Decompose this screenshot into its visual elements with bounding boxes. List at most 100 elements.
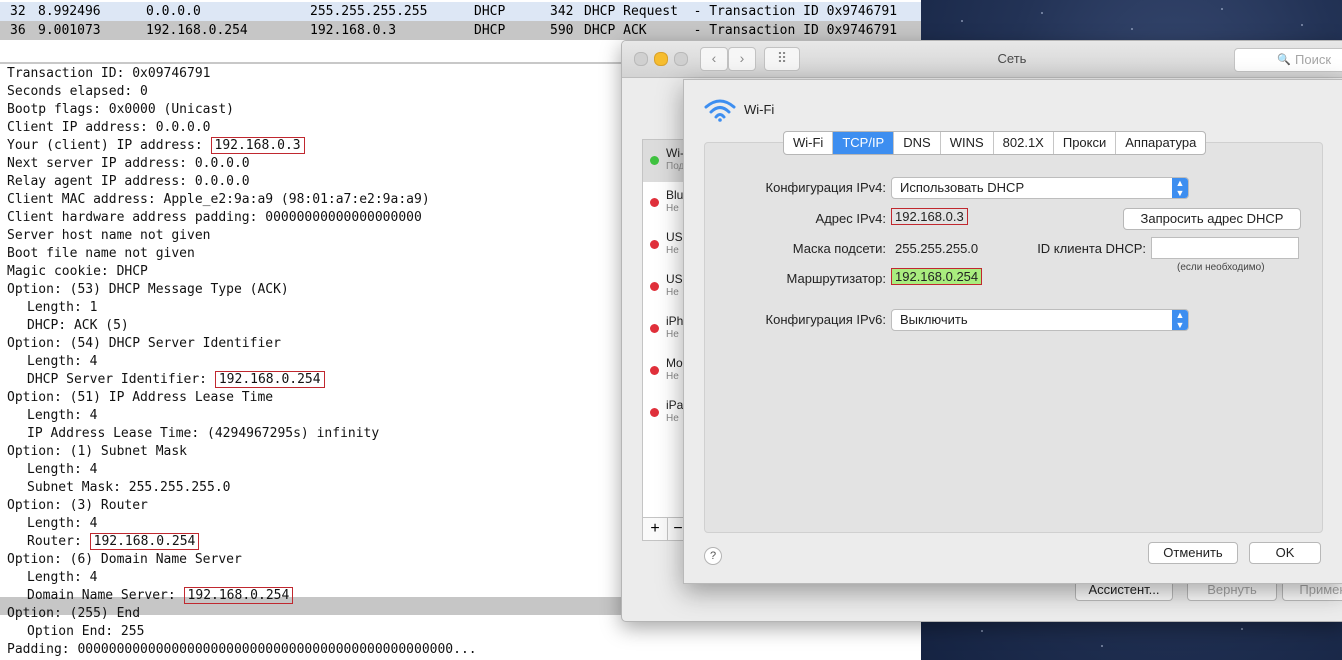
subnet-mask-label: Маска подсети: xyxy=(792,241,886,256)
ipv6-config-value: Выключить xyxy=(900,312,968,327)
router-highlight: 192.168.0.254 xyxy=(89,533,200,550)
packet-time: 9.001073 xyxy=(38,23,101,38)
status-dot-icon xyxy=(650,282,659,291)
detail-line[interactable]: Server host name not given xyxy=(7,227,211,245)
tab-tcpip[interactable]: TCP/IP xyxy=(833,132,895,154)
renew-dhcp-button[interactable]: Запросить адрес DHCP xyxy=(1123,208,1301,230)
service-name: US xyxy=(666,272,683,286)
detail-line[interactable]: Length: 4 xyxy=(27,461,97,479)
title-bar[interactable]: ‹ › ⠿ Сеть 🔍 Поиск xyxy=(622,41,1342,78)
service-status: Не xyxy=(666,245,679,256)
packet-row[interactable]: 36 9.001073 192.168.0.254 192.168.0.3 DH… xyxy=(0,21,921,40)
packet-protocol: DHCP xyxy=(474,4,506,19)
service-name: Wi- xyxy=(666,146,684,160)
detail-line[interactable]: Client MAC address: Apple_e2:9a:a9 (98:0… xyxy=(7,191,430,209)
detail-line[interactable]: Option End: 255 xyxy=(27,623,144,641)
detail-line[interactable]: Seconds elapsed: 0 xyxy=(7,83,148,101)
ipv6-config-select[interactable]: Выключить ▲ ▼ xyxy=(891,309,1189,331)
packet-number: 32 xyxy=(10,4,26,19)
detail-line[interactable]: Option: (1) Subnet Mask xyxy=(7,443,187,461)
settings-panel xyxy=(704,142,1323,533)
subnet-mask-value: 255.255.255.0 xyxy=(895,241,979,256)
detail-line[interactable]: Option: (255) End xyxy=(7,605,140,623)
detail-line[interactable]: IP Address Lease Time: (4294967295s) inf… xyxy=(27,425,379,443)
dhcp-client-id-hint: (если необходимо) xyxy=(1177,262,1265,273)
service-status: Под xyxy=(666,161,685,172)
detail-line[interactable]: Length: 4 xyxy=(27,353,97,371)
chevron-updown-icon: ▲ ▼ xyxy=(1172,310,1188,330)
service-name: Blu xyxy=(666,188,684,202)
packet-length: 342 xyxy=(550,4,574,19)
client-ip-highlight: 192.168.0.3 xyxy=(210,137,305,154)
detail-line[interactable]: Option: (53) DHCP Message Type (ACK) xyxy=(7,281,289,299)
add-service-button[interactable]: + xyxy=(643,518,668,540)
ipv4-config-label: Конфигурация IPv4: xyxy=(765,180,886,195)
detail-line[interactable]: Router: 192.168.0.254 xyxy=(27,533,200,551)
detail-line[interactable]: Option: (51) IP Address Lease Time xyxy=(7,389,273,407)
dhcp-client-id-label: ID клиента DHCP: xyxy=(1037,241,1146,256)
tab-8021x[interactable]: 802.1X xyxy=(994,132,1054,154)
detail-line[interactable]: Next server IP address: 0.0.0.0 xyxy=(7,155,250,173)
packet-destination: 255.255.255.255 xyxy=(310,4,428,19)
detail-line[interactable]: Transaction ID: 0x09746791 xyxy=(7,65,211,83)
detail-line[interactable]: Relay agent IP address: 0.0.0.0 xyxy=(7,173,250,191)
detail-line[interactable]: Your (client) IP address: 192.168.0.3 xyxy=(7,137,305,155)
status-dot-icon xyxy=(650,324,659,333)
ipv4-config-select[interactable]: Использовать DHCP ▲ ▼ xyxy=(891,177,1189,199)
status-dot-icon xyxy=(650,198,659,207)
detail-line[interactable]: Client IP address: 0.0.0.0 xyxy=(7,119,211,137)
service-status: Не xyxy=(666,371,679,382)
tab-dns[interactable]: DNS xyxy=(894,132,941,154)
help-button[interactable]: ? xyxy=(704,547,722,565)
detail-line[interactable]: DHCP: ACK (5) xyxy=(27,317,129,335)
detail-line[interactable]: Domain Name Server: 192.168.0.254 xyxy=(27,587,294,605)
ok-button[interactable]: OK xyxy=(1249,542,1321,564)
detail-line[interactable]: Length: 4 xyxy=(27,569,97,587)
ipv4-config-value: Использовать DHCP xyxy=(900,180,1025,195)
search-input[interactable]: 🔍 Поиск xyxy=(1234,48,1342,72)
detail-line[interactable]: Option: (54) DHCP Server Identifier xyxy=(7,335,281,353)
packet-length: 590 xyxy=(550,23,574,38)
detail-line[interactable]: Bootp flags: 0x0000 (Unicast) xyxy=(7,101,234,119)
detail-line[interactable]: DHCP Server Identifier: 192.168.0.254 xyxy=(27,371,325,389)
packet-source: 0.0.0.0 xyxy=(146,4,201,19)
detail-line[interactable]: Boot file name not given xyxy=(7,245,195,263)
search-placeholder: Поиск xyxy=(1295,52,1332,67)
detail-line[interactable]: Subnet Mask: 255.255.255.0 xyxy=(27,479,231,497)
server-id-highlight: 192.168.0.254 xyxy=(214,371,325,388)
packet-protocol: DHCP xyxy=(474,23,506,38)
ipv6-config-label: Конфигурация IPv6: xyxy=(765,312,886,327)
packet-row[interactable]: 32 8.992496 0.0.0.0 255.255.255.255 DHCP… xyxy=(0,2,921,21)
cancel-button[interactable]: Отменить xyxy=(1148,542,1238,564)
dns-highlight: 192.168.0.254 xyxy=(183,587,294,604)
packet-destination: 192.168.0.3 xyxy=(310,23,397,38)
chevron-updown-icon: ▲ ▼ xyxy=(1172,178,1188,198)
tab-bar: Wi-Fi TCP/IP DNS WINS 802.1X Прокси Аппа… xyxy=(783,131,1207,155)
packet-info: DHCP ACK - Transaction ID 0x9746791 xyxy=(584,23,898,38)
tab-wins[interactable]: WINS xyxy=(941,132,994,154)
status-dot-icon xyxy=(650,240,659,249)
service-status: Не xyxy=(666,287,679,298)
detail-label: DHCP Server Identifier: xyxy=(27,372,215,387)
detail-line[interactable]: Length: 4 xyxy=(27,515,97,533)
detail-label: Router: xyxy=(27,534,90,549)
detail-line[interactable]: Magic cookie: DHCP xyxy=(7,263,148,281)
detail-line[interactable]: Length: 1 xyxy=(27,299,97,317)
tab-hardware[interactable]: Аппаратура xyxy=(1116,132,1205,154)
detail-line[interactable]: Client hardware address padding: 0000000… xyxy=(7,209,422,227)
tab-proxies[interactable]: Прокси xyxy=(1054,132,1117,154)
service-name: iPh xyxy=(666,314,684,328)
ipv4-address-label: Адрес IPv4: xyxy=(815,211,886,226)
tab-wifi[interactable]: Wi-Fi xyxy=(784,132,834,154)
detail-line[interactable]: Padding: 0000000000000000000000000000000… xyxy=(7,641,477,659)
detail-line[interactable]: Option: (3) Router xyxy=(7,497,148,515)
packet-time: 8.992496 xyxy=(38,4,101,19)
router-highlight: 192.168.0.254 xyxy=(891,268,983,285)
status-dot-icon xyxy=(650,408,659,417)
detail-line[interactable]: Length: 4 xyxy=(27,407,97,425)
router-label: Маршрутизатор: xyxy=(786,271,886,286)
service-name: iPa xyxy=(666,398,684,412)
detail-line[interactable]: Option: (6) Domain Name Server xyxy=(7,551,242,569)
dhcp-client-id-field[interactable] xyxy=(1151,237,1299,259)
ipv4-address-highlight: 192.168.0.3 xyxy=(891,208,968,225)
